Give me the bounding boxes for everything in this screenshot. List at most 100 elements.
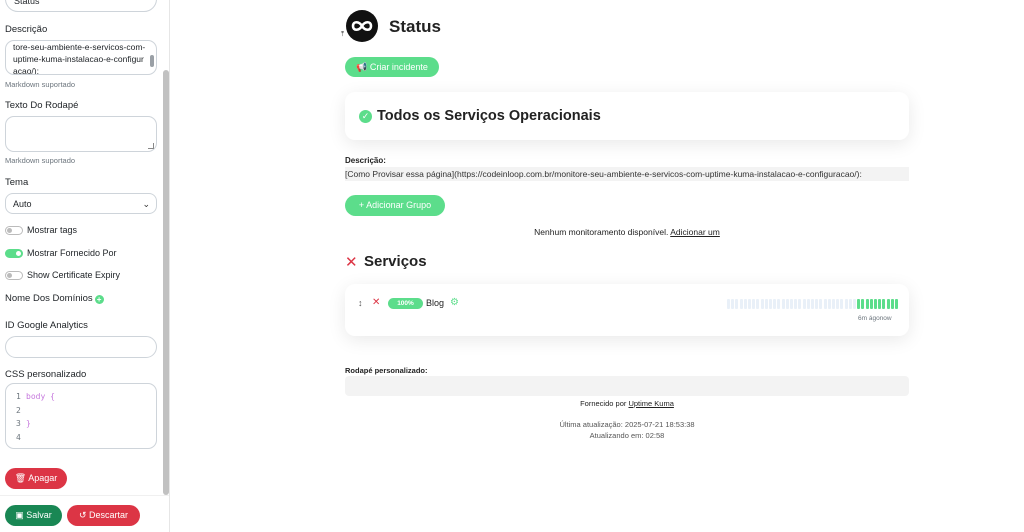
megaphone-icon: 📢 [356, 62, 368, 72]
footer-text-textarea[interactable] [5, 116, 157, 152]
delete-button[interactable]: 🗑 Apagar [5, 468, 67, 489]
powered-by-text: Fornecido por [580, 399, 627, 408]
check-circle-icon: ✓ [359, 110, 372, 123]
google-analytics-input[interactable] [5, 336, 157, 358]
heartbeat-beat [739, 299, 743, 309]
markdown-hint: Markdown suportado [5, 156, 76, 165]
description-heading: Descrição: [345, 156, 386, 165]
heartbeat-beat [727, 299, 730, 309]
heartbeat-beat [798, 299, 802, 309]
monitor-group-card [345, 284, 909, 336]
delete-group-icon[interactable]: ✕ [345, 253, 358, 271]
heartbeat-beat [760, 299, 764, 309]
heartbeat-beat [857, 299, 861, 309]
code-line: 2 [16, 405, 21, 415]
custom-css-editor[interactable]: 1 body { 2 3} 4 [5, 383, 157, 449]
add-group-label: Adicionar Grupo [366, 200, 432, 210]
plus-icon: + [358, 200, 365, 210]
code-line: 3} [16, 419, 31, 428]
heartbeat-beat [735, 299, 739, 309]
heartbeat-beat [743, 299, 747, 309]
sidebar-scroll-area: Status Descrição tore-seu-ambiente-e-ser… [0, 0, 162, 495]
markdown-hint: Markdown suportado [5, 80, 76, 89]
heartbeat-beat [865, 299, 869, 309]
heartbeat-beat [785, 299, 789, 309]
theme-select-value: Auto [13, 199, 32, 209]
custom-footer-area[interactable] [345, 376, 909, 396]
gear-icon[interactable]: ⚙ [450, 297, 459, 308]
heartbeat-beat [832, 299, 835, 309]
trash-icon: 🗑 [14, 473, 27, 483]
heartbeat-beat [802, 299, 806, 309]
heartbeat-beat [882, 299, 886, 309]
toggle-label: Mostrar tags [27, 225, 78, 235]
refresh-countdown: Atualizando em: 02:58 [589, 431, 665, 440]
last-update: Última atualização: 2025-07-21 18:53:38 [559, 420, 695, 429]
toggle-switch[interactable] [5, 226, 23, 235]
remove-monitor-icon[interactable]: ✕ [372, 297, 380, 308]
heartbeat-beat [844, 299, 848, 309]
heartbeat-beat [806, 299, 810, 309]
logo[interactable] [346, 10, 378, 42]
heartbeat-beat [756, 299, 760, 309]
sidebar-footer: ▣ Salvar ↺ Descartar [0, 495, 169, 532]
drag-handle-icon[interactable]: ↕ [358, 298, 363, 308]
discard-button[interactable]: ↺ Descartar [67, 505, 140, 526]
uptime-badge: 100% [388, 298, 423, 309]
page-title: Status [389, 17, 441, 36]
description-text: [Como Provisar essa página](https://code… [345, 167, 909, 181]
heartbeat-beat [731, 299, 735, 309]
toggle-switch[interactable] [5, 271, 23, 280]
description-textarea[interactable]: tore-seu-ambiente-e-servicos-com-uptime-… [5, 40, 157, 75]
last-check-time: 6m ágonow [858, 315, 892, 322]
heartbeat-beat [811, 299, 814, 309]
description-text: tore-seu-ambiente-e-servicos-com-uptime-… [13, 42, 146, 75]
theme-select[interactable]: Auto ⌄ [5, 193, 157, 214]
description-label: Descrição [5, 24, 48, 35]
title-input[interactable]: Status [5, 0, 157, 12]
sidebar-scrollbar[interactable] [162, 0, 169, 495]
heartbeat-beat [764, 299, 768, 309]
heartbeat-beat [878, 299, 882, 309]
heartbeat-beat [752, 299, 756, 309]
add-domain-icon[interactable]: + [94, 295, 104, 304]
google-analytics-label: ID Google Analytics [5, 320, 88, 331]
save-button-label: Salvar [26, 510, 52, 520]
monitor-name[interactable]: Blog [426, 298, 444, 308]
heartbeat-beat [848, 299, 852, 309]
undo-icon: ↺ [78, 510, 87, 520]
heartbeat-beat [794, 299, 798, 309]
add-group-button[interactable]: + Adicionar Grupo [345, 195, 445, 216]
heartbeat-beat [827, 299, 831, 309]
heartbeat-beat [773, 299, 777, 309]
resize-grip-icon[interactable] [148, 143, 154, 149]
save-icon: ▣ [15, 510, 24, 520]
heartbeat-beat [815, 299, 819, 309]
custom-css-label: CSS personalizado [5, 369, 87, 380]
settings-sidebar: Status Descrição tore-seu-ambiente-e-ser… [0, 0, 170, 532]
theme-label: Tema [5, 177, 29, 188]
overall-status-card: ✓ Todos os Serviços Operacionais [345, 92, 909, 140]
uptime-kuma-link[interactable]: Uptime Kuma [628, 399, 673, 408]
create-incident-label: Criar incidente [369, 62, 428, 72]
save-button[interactable]: ▣ Salvar [5, 505, 62, 526]
delete-button-label: Apagar [28, 473, 58, 483]
group-title[interactable]: Serviços [364, 253, 427, 270]
heartbeat-beat [890, 299, 894, 309]
heartbeat-beat [836, 299, 840, 309]
upload-logo-icon[interactable]: ⤒ [341, 31, 344, 39]
footer-text-label: Texto Do Rodapé [5, 100, 79, 111]
overall-status-text: Todos os Serviços Operacionais [377, 108, 601, 124]
heartbeat-beat [861, 299, 865, 309]
create-incident-button[interactable]: 📢 Criar incidente [345, 57, 439, 77]
toggle-switch[interactable] [5, 249, 23, 258]
add-one-link[interactable]: Adicionar um [670, 227, 720, 237]
heartbeat-beat [781, 299, 785, 309]
sidebar-scrollbar-thumb[interactable] [163, 70, 169, 495]
heartbeat-beat [819, 299, 823, 309]
textarea-scrollbar[interactable] [150, 55, 154, 67]
heartbeat-beat [840, 299, 844, 309]
toggle-label: Show Certificate Expiry [27, 270, 121, 280]
heartbeat-beat [777, 299, 781, 309]
domain-names-label: Nome Dos Domínios + [5, 293, 104, 304]
